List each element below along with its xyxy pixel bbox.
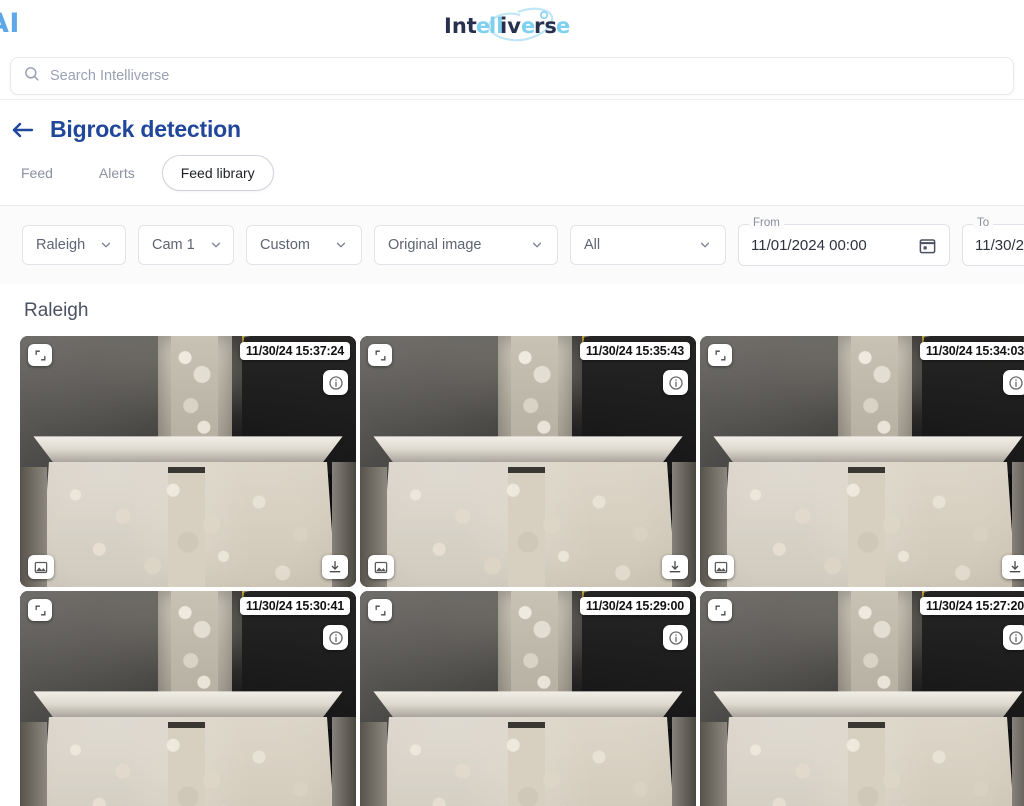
image-type-select[interactable]: Original image [374,225,558,265]
range-select-value: Custom [260,237,310,253]
camera-frame [700,591,1024,806]
timestamp-badge: 11/30/24 15:35:43 [580,342,690,360]
camera-select[interactable]: Cam 1 [138,225,234,265]
info-icon[interactable] [663,370,688,395]
date-from-label: From [749,217,784,229]
tab-bar: Feed Alerts Feed library [0,143,1024,206]
location-select[interactable]: Raleigh [22,225,126,265]
date-to-value: 11/30/20 [975,237,1024,254]
expand-icon[interactable] [708,344,732,366]
image-type-select-value: Original image [388,237,482,253]
chevron-down-icon [698,238,712,252]
svg-text:Int: Int [444,14,477,38]
timestamp-badge: 11/30/24 15:34:03 [920,342,1024,360]
chevron-down-icon [530,238,544,252]
svg-text:e: e [556,14,570,38]
info-icon[interactable] [323,625,348,650]
download-icon[interactable] [1002,555,1024,579]
intelliverse-logo: Int e ll iv e rs e [432,6,592,48]
tab-feed[interactable]: Feed [2,155,72,191]
svg-text:iv: iv [500,14,521,38]
camera-frame [360,336,696,587]
date-to-field[interactable]: To 11/30/20 [962,224,1024,266]
timestamp-badge: 11/30/24 15:30:41 [240,597,350,615]
timestamp-badge: 11/30/24 15:29:00 [580,597,690,615]
camera-frame [20,336,356,587]
feed-tile[interactable]: 11/30/24 15:35:43 [360,336,696,587]
info-icon[interactable] [663,625,688,650]
alert-filter-select[interactable]: All [570,225,726,265]
range-select[interactable]: Custom [246,225,362,265]
camera-select-value: Cam 1 [152,237,195,253]
expand-icon[interactable] [28,599,52,621]
download-icon[interactable] [322,555,348,579]
date-from-value: 11/01/2024 00:00 [751,237,867,254]
page-title: Bigrock detection [50,116,241,143]
page-header: Bigrock detection [0,100,1024,143]
expand-icon[interactable] [368,344,392,366]
download-icon[interactable] [662,555,688,579]
chevron-down-icon [334,238,348,252]
chevron-down-icon [209,238,223,252]
info-icon[interactable] [1003,370,1024,395]
chevron-down-icon [99,238,113,252]
info-icon[interactable] [323,370,348,395]
info-icon[interactable] [1003,625,1024,650]
expand-icon[interactable] [368,599,392,621]
feed-tile[interactable]: 11/30/24 15:30:41 [20,591,356,806]
expand-icon[interactable] [708,599,732,621]
search-input[interactable] [50,68,1001,84]
top-bar: AI Int e ll iv e rs e [0,0,1024,52]
search-box[interactable] [10,57,1014,95]
partner-logo: AI [0,8,20,39]
feed-tile[interactable]: 11/30/24 15:37:24 [20,336,356,587]
camera-frame [360,591,696,806]
feed-tile[interactable]: 11/30/24 15:34:03 [700,336,1024,587]
svg-text:rs: rs [534,14,557,38]
search-bar [0,52,1024,100]
image-icon[interactable] [708,555,734,579]
image-icon[interactable] [368,555,394,579]
timestamp-badge: 11/30/24 15:27:20 [920,597,1024,615]
camera-frame [700,336,1024,587]
tab-feed-library[interactable]: Feed library [162,155,274,191]
expand-icon[interactable] [28,344,52,366]
section-title: Raleigh [0,284,1024,336]
timestamp-badge: 11/30/24 15:37:24 [240,342,350,360]
feed-tile[interactable]: 11/30/24 15:27:20 [700,591,1024,806]
arrow-left-icon[interactable] [10,117,36,143]
calendar-icon[interactable] [918,236,937,255]
alert-filter-select-value: All [584,237,600,253]
filter-bar: Raleigh Cam 1 Custom Original image All … [0,206,1024,284]
feed-tile[interactable]: 11/30/24 15:29:00 [360,591,696,806]
feed-library-grid: 11/30/24 15:37:24 11/30/24 15:35:43 [0,336,1024,806]
location-select-value: Raleigh [36,237,85,253]
date-to-label: To [973,217,993,229]
image-icon[interactable] [28,555,54,579]
date-from-field[interactable]: From 11/01/2024 00:00 [738,224,950,266]
tab-alerts[interactable]: Alerts [80,155,154,191]
camera-frame [20,591,356,806]
search-icon [23,65,40,87]
intelliverse-logo-mark: Int e ll iv e rs e [432,6,592,48]
